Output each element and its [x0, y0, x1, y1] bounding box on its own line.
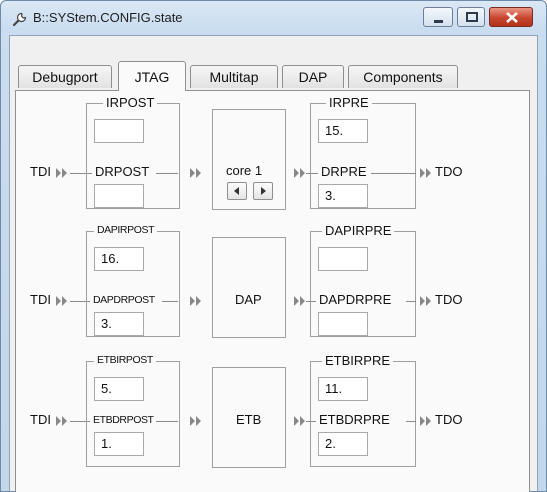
close-icon — [506, 12, 518, 23]
core-box — [212, 237, 286, 338]
drpre-label: DRPRE — [318, 164, 370, 179]
tdo-label: TDO — [435, 292, 463, 307]
etbdrpre-field[interactable]: 2. — [318, 432, 368, 456]
tdi-label: TDI — [30, 164, 51, 179]
dapdrpre-label: DAPDRPRE — [316, 292, 395, 307]
minimize-button[interactable] — [423, 7, 453, 27]
drpost-label: DRPOST — [92, 164, 153, 179]
tab-components[interactable]: Components — [348, 65, 458, 88]
maximize-icon — [466, 12, 478, 22]
double-arrow-icon — [420, 296, 431, 306]
dapdrpost-field[interactable]: 3. — [94, 312, 144, 336]
client-area: Debugport JTAG Multitap DAP Components T… — [9, 35, 538, 492]
drpost-field[interactable] — [94, 184, 144, 208]
etbdrpost-field[interactable]: 1. — [94, 432, 144, 456]
dapirpre-label: DAPIRPRE — [322, 223, 395, 238]
tdi-label: TDI — [30, 412, 51, 427]
connector-line — [156, 421, 178, 422]
connector-line — [406, 421, 416, 422]
double-arrow-icon — [294, 416, 305, 426]
double-arrow-icon — [56, 296, 67, 306]
etbirpost-label: ETBIRPOST — [94, 354, 156, 366]
irpre-field[interactable]: 15. — [318, 119, 368, 143]
etbdrpost-label: ETBDRPOST — [90, 414, 157, 426]
double-arrow-icon — [190, 296, 201, 306]
close-button[interactable] — [489, 7, 533, 27]
etbdrpre-label: ETBDRPRE — [316, 412, 393, 427]
double-arrow-icon — [190, 168, 201, 178]
connector-line — [406, 301, 416, 302]
dapdrpost-label: DAPDRPOST — [90, 294, 158, 306]
etbirpost-field[interactable]: 5. — [94, 377, 144, 401]
double-arrow-icon — [294, 296, 305, 306]
maximize-button[interactable] — [457, 7, 485, 27]
etbirpre-field[interactable]: 11. — [318, 377, 368, 401]
title-bar[interactable]: B::SYStem.CONFIG.state — [1, 1, 546, 35]
double-arrow-icon — [420, 416, 431, 426]
dapirpost-label: DAPIRPOST — [94, 224, 158, 236]
tdi-label: TDI — [30, 292, 51, 307]
triangle-right-icon — [261, 187, 266, 195]
core-box — [212, 109, 286, 210]
irpost-label: IRPOST — [103, 95, 158, 110]
tab-jtag[interactable]: JTAG — [118, 61, 186, 91]
connector-line — [162, 301, 178, 302]
config-window: B::SYStem.CONFIG.state Debugport JTAG Mu… — [0, 0, 547, 492]
core-label: DAP — [235, 292, 262, 307]
tab-dap[interactable]: DAP — [282, 65, 344, 88]
wrench-icon — [12, 12, 27, 27]
double-arrow-icon — [294, 168, 305, 178]
jtag-panel: TDI IRPOST DRPOST core 1 IRPRE 15. DRPRE… — [15, 90, 530, 492]
minimize-icon — [434, 20, 443, 23]
double-arrow-icon — [420, 168, 431, 178]
tab-strip: Debugport JTAG Multitap DAP Components — [10, 36, 537, 91]
irpost-field[interactable] — [94, 119, 144, 143]
double-arrow-icon — [56, 416, 67, 426]
double-arrow-icon — [56, 168, 67, 178]
irpre-label: IRPRE — [326, 95, 372, 110]
dapdrpre-field[interactable] — [318, 312, 368, 336]
dapirpost-field[interactable]: 16. — [94, 247, 144, 271]
double-arrow-icon — [190, 416, 201, 426]
tdo-label: TDO — [435, 164, 463, 179]
connector-line — [371, 173, 416, 174]
tab-debugport[interactable]: Debugport — [18, 65, 112, 88]
tab-multitap[interactable]: Multitap — [190, 65, 278, 88]
drpre-field[interactable]: 3. — [318, 184, 368, 208]
next-core-button[interactable] — [253, 182, 273, 200]
tdo-label: TDO — [435, 412, 463, 427]
core-label: core 1 — [226, 163, 263, 178]
connector-line — [156, 173, 178, 174]
dapirpre-field[interactable] — [318, 247, 368, 271]
prev-core-button[interactable] — [227, 182, 247, 200]
window-title: B::SYStem.CONFIG.state — [33, 10, 183, 25]
etbirpre-label: ETBIRPRE — [322, 353, 394, 368]
triangle-left-icon — [234, 187, 239, 195]
core-label: ETB — [236, 412, 262, 427]
